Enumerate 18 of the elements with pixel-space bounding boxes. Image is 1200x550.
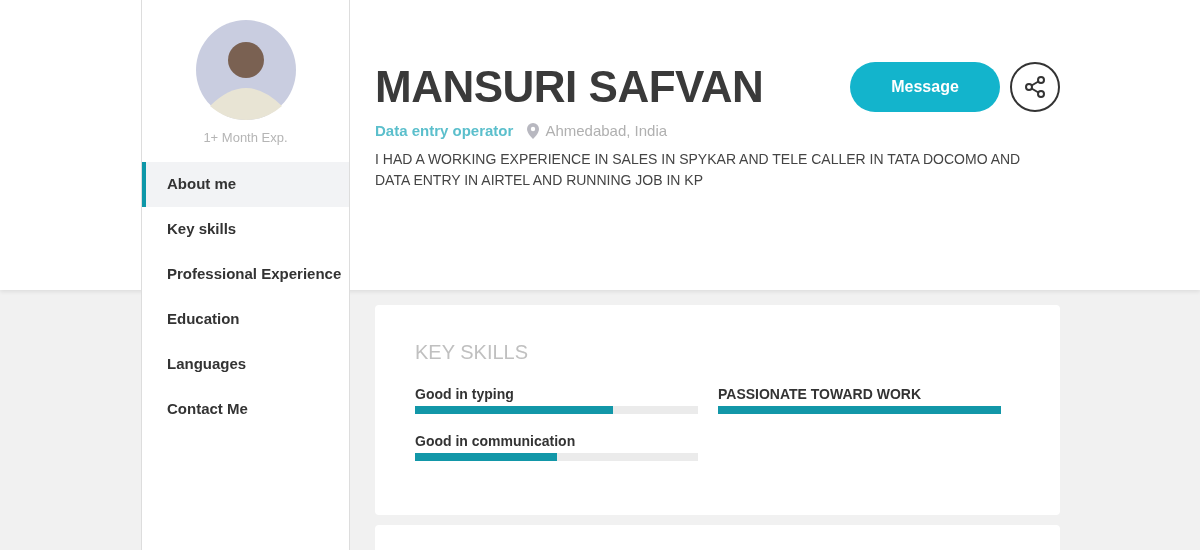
skill-name: PASSIONATE TOWARD WORK bbox=[718, 385, 922, 403]
sidebar-item[interactable]: Key skills bbox=[142, 206, 349, 252]
location-pin-icon bbox=[527, 123, 540, 140]
profile-summary: I HAD A WORKING EXPERIENCE IN SALES IN SPYKAR AND TELE CALLER IN TATA DOCOMO AND DATA ENTRY IN AIRTEL AND RUNNING JOB IN KP bbox=[375, 149, 1022, 190]
sidebar-item[interactable]: Contact Me bbox=[142, 386, 349, 432]
experience-text: 1+ Month Exp. bbox=[203, 129, 288, 147]
sidebar-item[interactable]: Languages bbox=[142, 341, 349, 387]
sidebar-item[interactable]: Professional Experience bbox=[142, 251, 349, 297]
location-text: Ahmedabad, India bbox=[545, 121, 668, 141]
profile-name: MANSURI SAFVAN bbox=[375, 62, 764, 112]
share-button[interactable] bbox=[1010, 62, 1060, 112]
skill-name: Good in communication bbox=[415, 432, 577, 450]
job-title: Data entry operator bbox=[375, 121, 514, 141]
sidebar-item[interactable]: Education bbox=[142, 296, 349, 342]
share-icon bbox=[1023, 75, 1047, 99]
sidebar-item[interactable]: About me bbox=[142, 161, 349, 207]
skill-name: Good in typing bbox=[415, 385, 515, 403]
section-title: KEY SKILLS bbox=[415, 340, 530, 365]
